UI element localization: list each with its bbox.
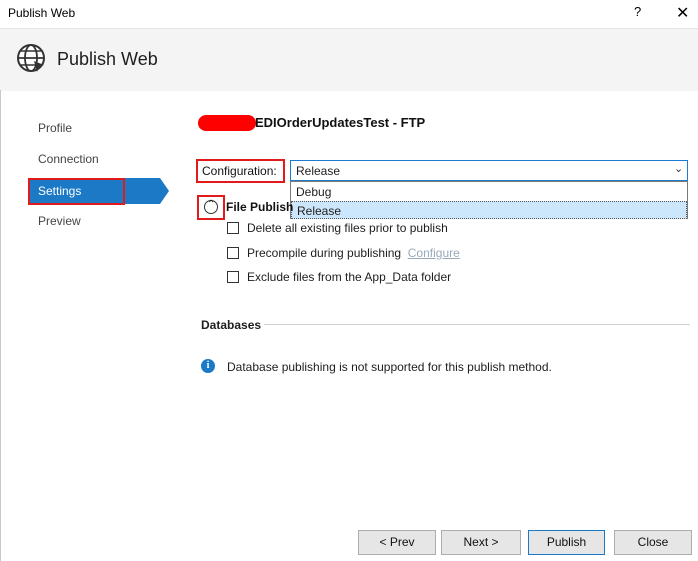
prev-button[interactable]: < Prev xyxy=(358,530,436,555)
databases-divider xyxy=(264,324,690,325)
precompile-label[interactable]: Precompile during publishing Configure xyxy=(247,246,460,260)
delete-files-checkbox[interactable] xyxy=(227,222,239,234)
databases-message: Database publishing is not supported for… xyxy=(227,360,552,374)
active-arrow xyxy=(160,178,169,204)
close-button[interactable]: Close xyxy=(614,530,692,555)
dialog-title: Publish Web xyxy=(57,49,158,69)
publish-button[interactable]: Publish xyxy=(528,530,605,555)
chevron-down-icon: ⌄ xyxy=(674,163,684,175)
title-bar: Publish Web ? ✕ xyxy=(0,0,698,28)
exclude-app-data-checkbox[interactable] xyxy=(227,271,239,283)
configuration-highlight-box xyxy=(196,159,285,183)
nav-item-profile[interactable]: Profile xyxy=(38,121,72,135)
left-edge xyxy=(0,90,1,561)
delete-files-label[interactable]: Delete all existing files prior to publi… xyxy=(247,221,448,235)
exclude-app-data-label[interactable]: Exclude files from the App_Data folder xyxy=(247,270,451,284)
databases-heading: Databases xyxy=(201,318,262,332)
globe-icon xyxy=(17,44,45,72)
window-title: Publish Web xyxy=(8,6,76,20)
configuration-select[interactable]: Release ⌄ xyxy=(290,160,688,181)
option-debug[interactable]: Debug xyxy=(291,183,687,201)
file-publish-label: File Publish xyxy=(226,200,294,214)
info-icon: i xyxy=(201,359,215,373)
precompile-checkbox[interactable] xyxy=(227,247,239,259)
settings-highlight-box xyxy=(28,178,125,205)
configuration-dropdown: Debug Release xyxy=(290,181,688,219)
configure-link[interactable]: Configure xyxy=(408,246,460,260)
option-release[interactable]: Release xyxy=(291,201,687,219)
next-button[interactable]: Next > xyxy=(441,530,521,555)
profile-title: EDIOrderUpdatesTest - FTP xyxy=(255,115,426,130)
redaction-mark xyxy=(198,115,256,131)
nav-item-preview[interactable]: Preview xyxy=(38,214,81,228)
expander-highlight-box xyxy=(197,195,225,220)
help-button[interactable]: ? xyxy=(634,4,641,19)
dialog-header: Publish Web xyxy=(0,28,698,91)
configuration-value: Release xyxy=(296,164,341,178)
nav-item-connection[interactable]: Connection xyxy=(38,152,99,166)
close-window-button[interactable]: ✕ xyxy=(676,3,689,23)
